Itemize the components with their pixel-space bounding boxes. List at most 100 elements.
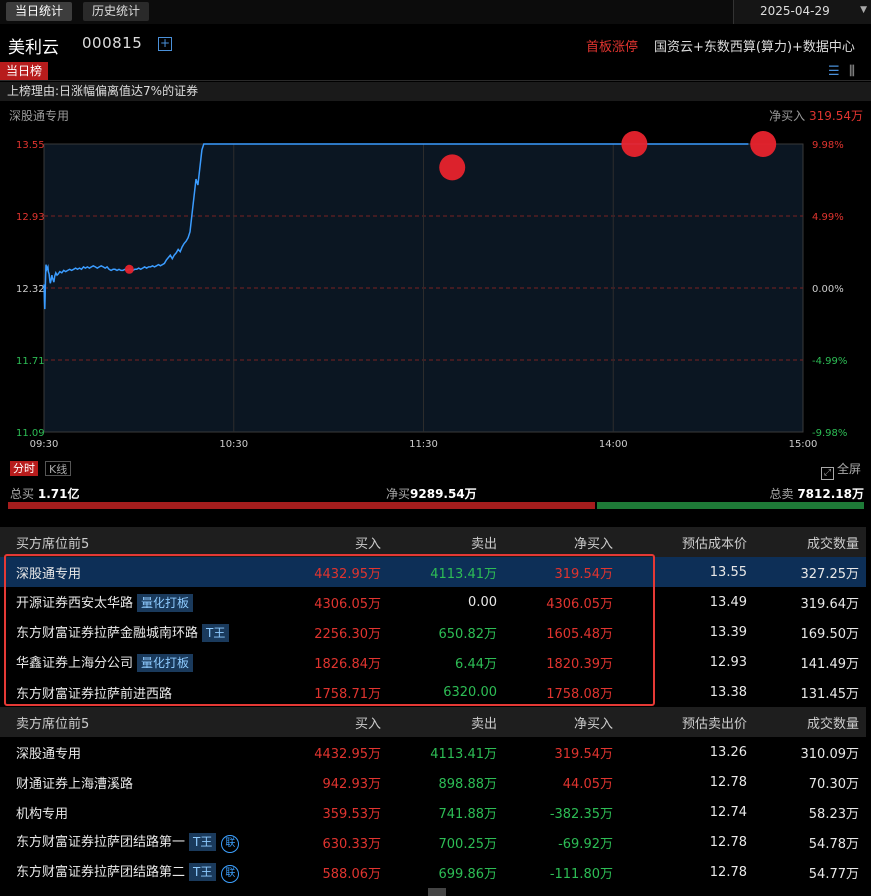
seat-name[interactable]: 华鑫证券上海分公司 [16, 656, 133, 671]
sell-row[interactable]: 机构专用 359.53万 741.88万 -382.35万 12.74 58.23万 [0, 797, 866, 827]
buy-row[interactable]: 华鑫证券上海分公司 量化打板 1826.84万 6.44万 1820.39万 12.93 1… [0, 647, 866, 677]
buy-col-header: 卖出 [388, 527, 504, 557]
y-tick-right: -4.99% [812, 356, 847, 367]
buy-row[interactable]: 东方财富证券拉萨金融城南环路 T王 2256.30万 650.82万 1605.48万 1… [0, 617, 866, 647]
intraday-chart[interactable]: 13.55 9.98% 12.93 4.99% 12.32 0.00% 11.71 -4.99… [0, 124, 871, 450]
first-limit-tag: 首板涨停 [586, 40, 639, 55]
buy-amount: 4432.95万 [314, 746, 381, 762]
buy-amount: 359.53万 [322, 806, 382, 822]
fullscreen-icon: ⤢ [821, 467, 834, 480]
seat-name-cell: 东方财富证券拉萨前进西路 [0, 677, 272, 707]
sell-amount: 700.25万 [438, 836, 498, 852]
sell-col-header: 成交数量 [754, 707, 866, 737]
sell-row[interactable]: 财通证券上海漕溪路 942.93万 898.88万 44.05万 12.78 70.30万 [0, 767, 866, 797]
date-value: 2025-04-29 [760, 4, 830, 18]
est-price: 13.38 [709, 684, 747, 700]
sell-amount: 4113.41万 [388, 557, 504, 587]
volume: 327.25万 [754, 557, 866, 587]
seat-name[interactable]: 东方财富证券拉萨金融城南环路 [16, 626, 198, 641]
seat-name[interactable]: 东方财富证券拉萨前进西路 [16, 687, 172, 702]
linked-seat-icon[interactable]: 联 [221, 865, 240, 883]
list-view-icon[interactable]: ☰ [828, 64, 840, 79]
date-select[interactable]: 2025-04-29 ▼ [733, 0, 871, 24]
seat-name[interactable]: 财通证券上海漕溪路 [16, 777, 133, 792]
sell-row[interactable]: 东方财富证券拉萨团结路第一 T王联 630.33万 700.25万 -69.92万 12.… [0, 827, 866, 857]
seat-name-cell: 深股通专用 [0, 737, 272, 767]
volume: 70.30万 [808, 776, 859, 792]
seat-badge: 量化打板 [137, 594, 194, 612]
linked-seat-icon[interactable]: 联 [221, 835, 240, 853]
sell-amount: 4113.41万 [430, 746, 497, 762]
net-amount: -111.80万 [549, 866, 613, 882]
bar-chart-icon[interactable]: ⫼ [849, 64, 855, 79]
sell-header-row: 卖方席位前5 买入 卖出 净买入 预估卖出价 成交数量 [0, 707, 866, 737]
sell-col-header: 卖出 [388, 707, 504, 737]
stock-name: 美利云 [8, 38, 59, 58]
buy-row[interactable]: 东方财富证券拉萨前进西路 1758.71万 6320.00 1758.08万 13.38… [0, 677, 866, 707]
scrollbar-thumb[interactable] [428, 888, 446, 896]
sell-amount: 6.44万 [455, 656, 497, 672]
est-price: 13.26 [709, 744, 747, 760]
sell-amount: 650.82万 [438, 626, 498, 642]
y-tick-right: 0.00% [812, 284, 844, 295]
fullscreen-button[interactable]: ⤢ 全屏 [821, 460, 861, 480]
seat-name[interactable]: 东方财富证券拉萨团结路第二 [16, 865, 185, 880]
seat-name[interactable]: 开源证券西安太华路 [16, 596, 133, 611]
tab-fenshi[interactable]: 分时 [10, 461, 38, 476]
seat-name[interactable]: 深股通专用 [16, 567, 81, 582]
net-amount: 44.05万 [562, 776, 613, 792]
buy-col-header: 买入 [272, 527, 388, 557]
seat-name[interactable]: 机构专用 [16, 807, 68, 822]
volume: 319.64万 [800, 596, 860, 612]
sell-row[interactable]: 东方财富证券拉萨团结路第二 T王联 588.06万 699.86万 -111.80万 12… [0, 857, 866, 887]
seat-name-cell: 深股通专用 [0, 557, 272, 587]
buy-header-row: 买方席位前5 买入 卖出 净买入 预估成本价 成交数量 [0, 527, 866, 557]
sell-col-header: 预估卖出价 [620, 707, 754, 737]
net-amount: 4306.05万 [546, 596, 613, 612]
sell-col-header: 买入 [272, 707, 388, 737]
total-sell-value: 7812.18万 [797, 487, 864, 501]
buy-amount: 4306.05万 [314, 596, 381, 612]
buy-amount: 942.93万 [322, 776, 382, 792]
tab-history[interactable]: 历史统计 [83, 2, 150, 21]
seat-badge: 量化打板 [137, 654, 194, 672]
sell-row[interactable]: 深股通专用 4432.95万 4113.41万 319.54万 13.26 310.09万 [0, 737, 866, 767]
concepts-text: 国资云+东数西算(算力)+数据中心 [654, 40, 855, 55]
net-amount: 319.54万 [554, 746, 614, 762]
seat-badge: T王 [202, 624, 230, 642]
seat-name-cell: 东方财富证券拉萨团结路第一 T王联 [0, 827, 272, 857]
buy-amount: 4432.95万 [272, 557, 388, 587]
chart-net-label: 净买入 [769, 109, 806, 123]
net-buy-value: 9289.54万 [410, 487, 477, 501]
buy-amount: 588.06万 [322, 866, 382, 882]
x-tick: 10:30 [219, 439, 248, 450]
board-tag[interactable]: 当日榜 [0, 62, 49, 80]
buy-row[interactable]: 深股通专用 4432.95万 4113.41万 319.54万 13.55 327.25万 [0, 557, 866, 587]
buy-col-header: 成交数量 [754, 527, 866, 557]
sell-col-header: 卖方席位前5 [0, 707, 272, 737]
est-price: 13.39 [709, 624, 747, 640]
listing-reason: 上榜理由:日涨幅偏离值达7%的证券 [0, 82, 871, 101]
x-tick: 11:30 [409, 439, 438, 450]
y-tick-right: 4.99% [812, 212, 844, 223]
y-tick-right: -9.98% [812, 428, 847, 439]
y-tick-right: 9.98% [812, 140, 844, 151]
top-bar: 当日统计 历史统计 2025-04-29 ▼ [0, 0, 871, 24]
trade-marker [439, 154, 466, 181]
buy-col-header: 买方席位前5 [0, 527, 272, 557]
seat-name[interactable]: 东方财富证券拉萨团结路第一 [16, 835, 185, 850]
net-amount: -382.35万 [549, 806, 613, 822]
board-bar: 当日榜 ☰ ⫼ [0, 62, 871, 81]
buy-row[interactable]: 开源证券西安太华路 量化打板 4306.05万 0.00 4306.05万 13.49 31… [0, 587, 866, 617]
add-watchlist-icon[interactable]: + [158, 37, 172, 51]
seat-name[interactable]: 深股通专用 [16, 747, 81, 762]
tab-kline[interactable]: K线 [45, 461, 72, 476]
net-amount: 1820.39万 [546, 656, 613, 672]
tab-today[interactable]: 当日统计 [6, 2, 73, 21]
seat-badge: T王 [189, 863, 217, 881]
est-price: 13.49 [709, 594, 747, 610]
sell-flow-bar [597, 502, 864, 509]
chart-seat-name: 深股通专用 [9, 109, 70, 123]
buy-amount: 1826.84万 [314, 656, 381, 672]
total-buy-label: 总买 [10, 487, 35, 501]
